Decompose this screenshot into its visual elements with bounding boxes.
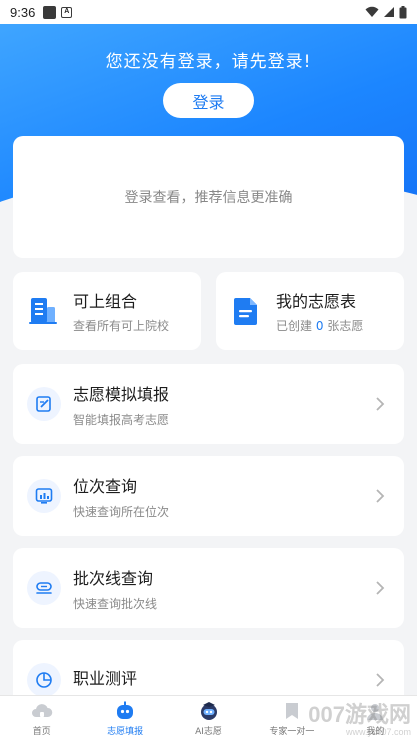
cloud-home-icon — [31, 700, 53, 722]
site-watermark: 007游戏网 www.yx007.com — [308, 697, 411, 737]
subtitle-prefix: 已创建 — [276, 319, 313, 333]
ai-bot-icon — [198, 700, 220, 722]
battery-icon — [399, 5, 407, 18]
quick-card-title: 我的志愿表 — [276, 292, 357, 311]
stack-lines-icon — [27, 571, 61, 605]
app-notification-icon: A — [61, 6, 73, 18]
list-item-title: 志愿模拟填报 — [73, 384, 170, 404]
list-item-title: 职业测评 — [73, 669, 138, 688]
status-bar: 9:36 A — [0, 0, 417, 24]
pie-chart-icon — [27, 663, 61, 697]
quick-card-subtitle: 已创建 0 张志愿 — [276, 317, 363, 334]
watermark-sub: www.yx007.com — [345, 727, 411, 737]
list-item-title: 位次查询 — [73, 476, 138, 496]
building-icon — [29, 298, 57, 324]
tab-label: 首页 — [32, 727, 51, 737]
list-item-subtitle: 智能填报高考志愿 — [73, 412, 170, 427]
recommendation-hint-card[interactable]: 登录查看，推荐信息更准确 — [13, 136, 404, 258]
tab-application[interactable]: 志愿填报 — [83, 696, 166, 741]
list-item-subtitle: 快速查询所在位次 — [73, 504, 170, 519]
chevron-right-icon — [376, 397, 385, 411]
tab-label: AI志愿 — [195, 727, 222, 737]
application-count: 0 — [315, 319, 324, 333]
watermark-main: 007游戏网 — [308, 702, 411, 727]
edit-form-icon — [27, 387, 61, 421]
hint-text: 登录查看，推荐信息更准确 — [124, 190, 293, 206]
list-item-rank-query[interactable]: 位次查询 快速查询所在位次 — [13, 456, 404, 536]
chevron-right-icon — [376, 489, 385, 503]
quick-card-eligible-schools[interactable]: 可上组合 查看所有可上院校 — [13, 272, 201, 350]
list-item-mock-application[interactable]: 志愿模拟填报 智能填报高考志愿 — [13, 364, 404, 444]
robot-fill-icon — [114, 700, 136, 722]
quick-card-my-applications[interactable]: 我的志愿表 已创建 0 张志愿 — [216, 272, 404, 350]
wifi-icon — [365, 6, 379, 17]
notification-icon — [43, 5, 57, 19]
tab-ai-application[interactable]: AI志愿 — [167, 696, 250, 741]
list-item-batch-line-query[interactable]: 批次线查询 快速查询批次线 — [13, 548, 404, 628]
tab-label: 志愿填报 — [107, 727, 144, 737]
tab-home[interactable]: 首页 — [0, 696, 83, 741]
login-button[interactable]: 登录 — [163, 83, 254, 118]
document-icon — [234, 298, 257, 325]
list-item-subtitle: 快速查询批次线 — [73, 596, 158, 611]
rank-chart-icon — [27, 479, 61, 513]
quick-card-subtitle: 查看所有可上院校 — [73, 319, 170, 333]
signal-icon — [384, 7, 394, 17]
quick-card-title: 可上组合 — [73, 292, 138, 311]
list-item-title: 批次线查询 — [73, 568, 154, 588]
chevron-right-icon — [376, 581, 385, 595]
subtitle-suffix: 张志愿 — [327, 319, 364, 333]
status-time: 9:36 — [10, 4, 36, 20]
bookmark-icon — [281, 700, 303, 722]
chevron-right-icon — [376, 673, 385, 687]
login-prompt-text: 您还没有登录，请先登录! — [105, 52, 312, 72]
